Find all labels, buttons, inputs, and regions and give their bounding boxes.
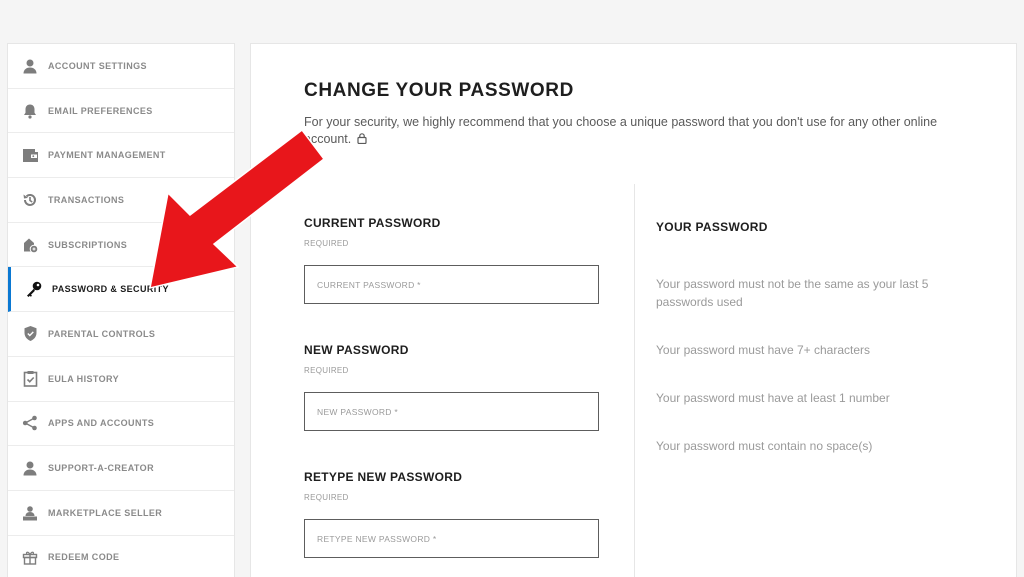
sidebar-item-label: Payment Management: [48, 150, 166, 161]
shield-icon: [21, 325, 39, 343]
sidebar-item-email-preferences[interactable]: Email Preferences: [8, 89, 234, 134]
sidebar-item-payment-management[interactable]: Payment Management: [8, 133, 234, 179]
sidebar-item-transactions[interactable]: Transactions: [8, 178, 234, 223]
sidebar-item-label: Account Settings: [48, 60, 147, 71]
current-password-label: CURRENT PASSWORD: [304, 216, 441, 230]
sidebar-item-subscriptions[interactable]: Subscriptions: [8, 223, 234, 268]
password-rule: Your password must contain no space(s): [656, 439, 873, 453]
clipboard-check-icon: [21, 370, 39, 388]
new-password-group: NEW PASSWORD REQUIRED: [304, 343, 599, 431]
sidebar-item-marketplace-seller[interactable]: Marketplace Seller: [8, 491, 234, 536]
sidebar-item-password-security[interactable]: Password & Security: [8, 267, 234, 313]
sidebar-item-label: Email Preferences: [48, 105, 153, 116]
user-icon: [21, 459, 39, 477]
page-description: For your security, we highly recommend t…: [304, 114, 964, 149]
retype-password-input[interactable]: [304, 519, 599, 558]
user-icon: [21, 57, 39, 75]
new-password-label: NEW PASSWORD: [304, 343, 409, 357]
description-text: For your security, we highly recommend t…: [304, 115, 938, 146]
sidebar-item-label: Subscriptions: [48, 239, 128, 250]
sidebar-item-label: Redeem Code: [48, 552, 120, 563]
required-label: REQUIRED: [304, 366, 349, 375]
lock-icon: [357, 132, 367, 149]
current-password-input[interactable]: [304, 265, 599, 304]
retype-password-label: RETYPE NEW PASSWORD: [304, 470, 463, 484]
wallet-icon: [21, 146, 39, 164]
password-rule: Your password must have at least 1 numbe…: [656, 391, 890, 405]
seller-icon: [21, 504, 39, 522]
password-rule: Your password must not be the same as yo…: [656, 277, 929, 309]
required-label: REQUIRED: [304, 239, 349, 248]
retype-password-group: RETYPE NEW PASSWORD REQUIRED: [304, 470, 599, 558]
sidebar-item-label: EULA History: [48, 373, 119, 384]
sidebar-item-label: Password & Security: [52, 284, 169, 295]
required-label: REQUIRED: [304, 493, 349, 502]
sidebar: Account Settings Email Preferences Payme…: [7, 43, 235, 577]
key-icon: [25, 280, 43, 298]
current-password-group: CURRENT PASSWORD REQUIRED: [304, 216, 599, 304]
sidebar-item-parental-controls[interactable]: Parental Controls: [8, 312, 234, 357]
sidebar-item-apps-and-accounts[interactable]: Apps and Accounts: [8, 402, 234, 447]
new-password-input[interactable]: [304, 392, 599, 431]
history-icon: [21, 191, 39, 209]
column-divider: [634, 184, 635, 577]
sidebar-item-label: Marketplace Seller: [48, 507, 163, 518]
subscription-icon: [21, 236, 39, 254]
bell-icon: [21, 102, 39, 120]
sidebar-item-redeem-code[interactable]: Redeem Code: [8, 536, 234, 577]
sidebar-item-label: Transactions: [48, 194, 125, 205]
sidebar-item-label: Support-A-Creator: [48, 463, 154, 474]
password-rules-title: YOUR PASSWORD: [656, 220, 768, 234]
sidebar-item-eula-history[interactable]: EULA History: [8, 357, 234, 402]
sidebar-item-account-settings[interactable]: Account Settings: [8, 44, 234, 89]
share-icon: [21, 414, 39, 432]
sidebar-item-label: Apps and Accounts: [48, 418, 155, 429]
page-title: CHANGE YOUR PASSWORD: [304, 80, 574, 101]
sidebar-item-support-a-creator[interactable]: Support-A-Creator: [8, 446, 234, 491]
main-panel: CHANGE YOUR PASSWORD For your security, …: [250, 43, 1017, 577]
gift-icon: [21, 548, 39, 566]
password-rule: Your password must have 7+ characters: [656, 343, 871, 357]
sidebar-item-label: Parental Controls: [48, 328, 156, 339]
